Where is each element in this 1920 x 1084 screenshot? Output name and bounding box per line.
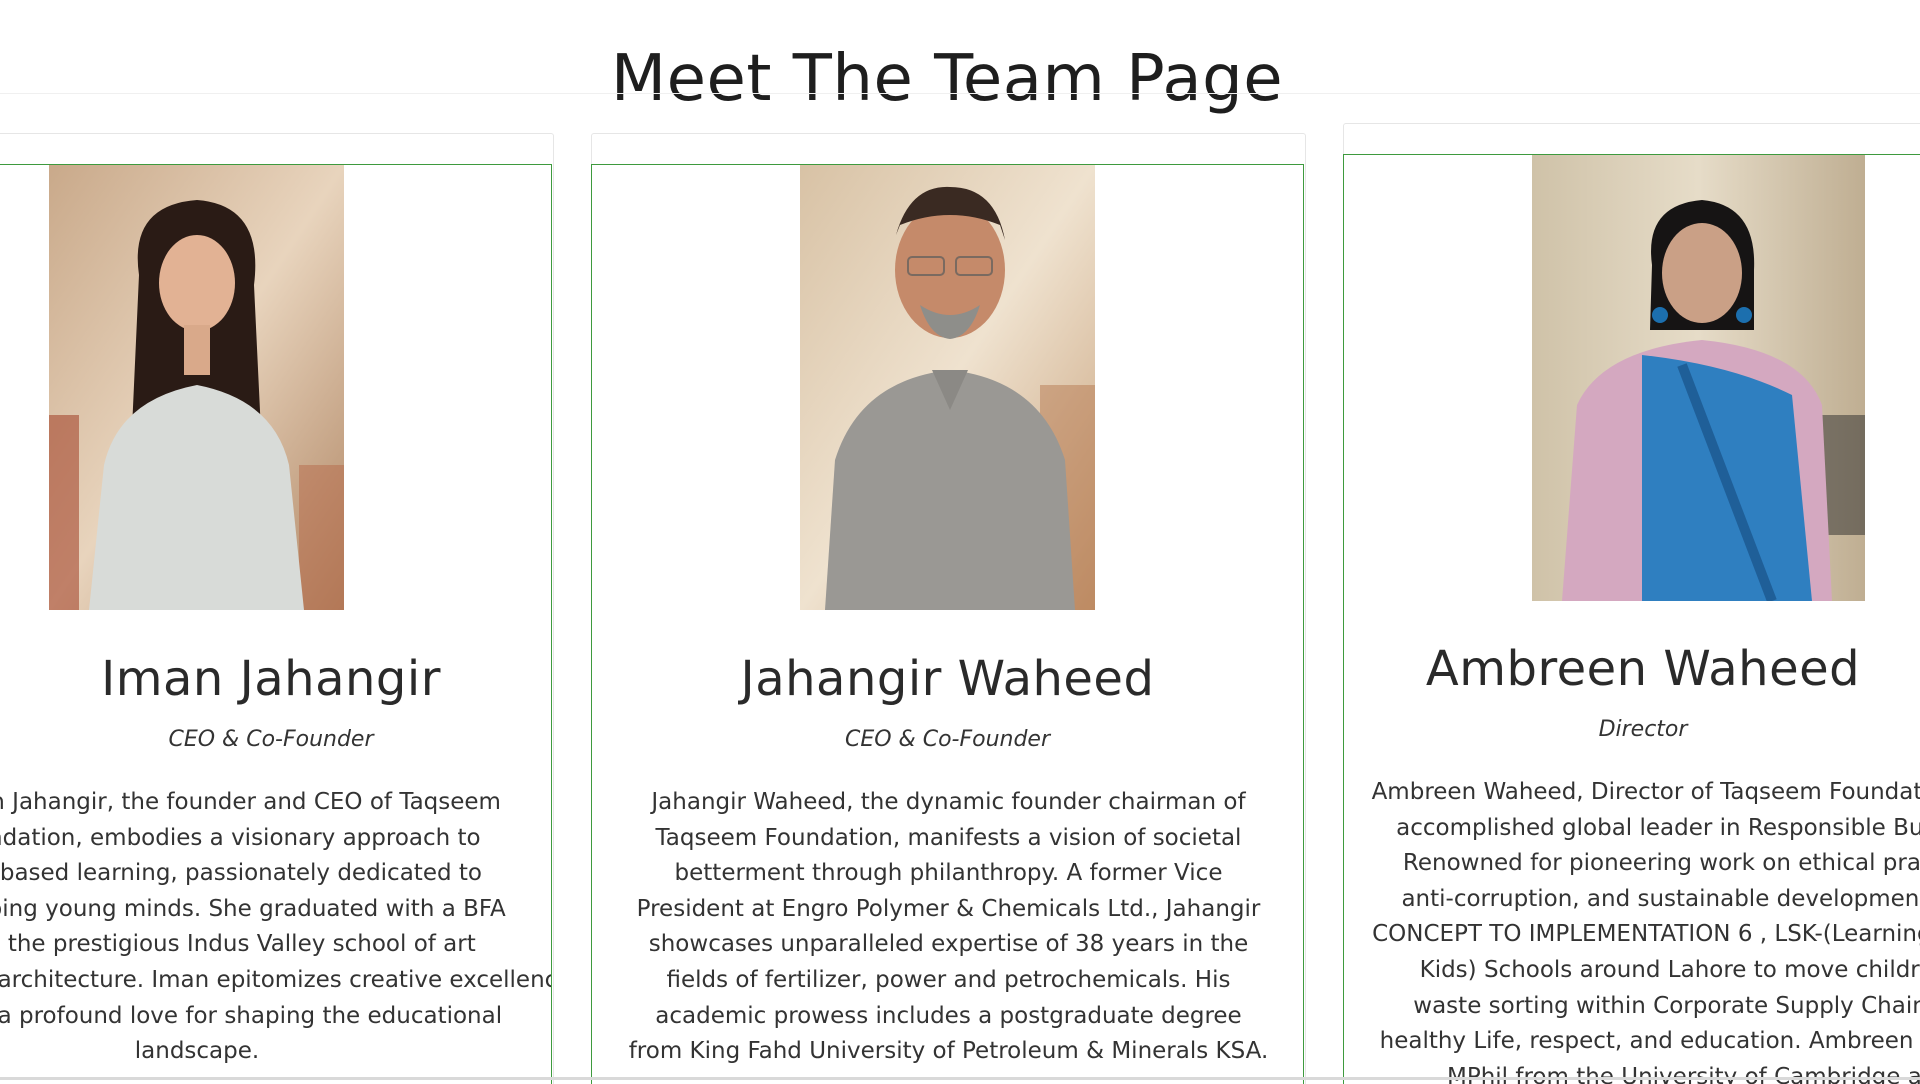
bio-line: MPhil from the University of Cambridge a… xyxy=(1446,1063,1920,1084)
bio-line: landscape. xyxy=(134,1038,260,1065)
member-name: Iman Jahangir xyxy=(101,651,441,707)
bio-line: accomplished global leader in Responsibl… xyxy=(1396,814,1920,841)
bio-line: arts-based learning, passionately dedica… xyxy=(0,860,482,887)
bio-line: academic prowess includes a postgraduate… xyxy=(655,1002,1242,1029)
bio-line: betterment through philanthropy. A forme… xyxy=(674,860,1223,887)
bio-line: healthy Life, respect, and education. Am… xyxy=(1379,1028,1920,1055)
bio-line: Iman Jahangir, the founder and CEO of Ta… xyxy=(0,789,501,815)
bio-line: Renowned for pioneering work on ethical … xyxy=(1402,850,1920,877)
bio-line: showcases unparalleled expertise of 38 y… xyxy=(648,931,1249,958)
team-card-jahangir-waheed: Jahangir Waheed CEO & Co-Founder Jahangi… xyxy=(591,164,1304,1084)
bio-line: Foundation, embodies a visionary approac… xyxy=(0,824,481,851)
bio-line: Kids) Schools around Lahore to move chil… xyxy=(1419,956,1920,983)
bio-line: from the prestigious Indus Valley school… xyxy=(0,931,476,958)
member-bio: Iman Jahangir, the founder and CEO of Ta… xyxy=(0,785,551,1070)
bio-line: Jahangir Waheed, the dynamic founder cha… xyxy=(651,789,1246,815)
member-bio: Jahangir Waheed, the dynamic founder cha… xyxy=(592,785,1303,1070)
bio-line: from King Fahd University of Petroleum &… xyxy=(628,1038,1269,1065)
bio-line: waste sorting within Corporate Supply Ch… xyxy=(1413,992,1920,1019)
bio-line: and architecture. Iman epitomizes creati… xyxy=(0,966,551,993)
team-card-iman-jahangir: Iman Jahangir CEO & Co-Founder Iman Jaha… xyxy=(0,164,552,1084)
portrait-photo xyxy=(1532,155,1865,601)
member-role: CEO & Co-Founder xyxy=(168,727,374,752)
bio-line: Ambreen Waheed, Director of Taqseem Foun… xyxy=(1371,779,1920,805)
member-role: CEO & Co-Founder xyxy=(844,727,1051,752)
bio-line: Taqseem Foundation, manifests a vision o… xyxy=(655,824,1242,851)
portrait-photo xyxy=(800,165,1095,610)
page-title: Meet The Team Page xyxy=(610,41,1284,116)
member-name: Jahangir Waheed xyxy=(740,651,1155,707)
bio-line: shaping young minds. She graduated with … xyxy=(0,895,506,922)
portrait-photo xyxy=(49,165,344,610)
team-card-ambreen-waheed: Ambreen Waheed Director Ambreen Waheed, … xyxy=(1343,154,1920,1084)
title-divider xyxy=(0,93,1920,94)
bio-line: President at Engro Polymer & Chemicals L… xyxy=(636,895,1261,922)
bio-line: and a profound love for shaping the educ… xyxy=(0,1002,503,1029)
bio-line: anti-corruption, and sustainable develop… xyxy=(1401,885,1920,912)
bio-line: fields of fertilizer, power and petroche… xyxy=(666,966,1231,993)
member-role: Director xyxy=(1598,717,1688,742)
member-bio: Ambreen Waheed, Director of Taqseem Foun… xyxy=(1344,775,1920,1084)
bio-line: CONCEPT TO IMPLEMENTATION 6 , LSK-(Learn… xyxy=(1372,921,1920,948)
member-name: Ambreen Waheed xyxy=(1425,641,1861,697)
